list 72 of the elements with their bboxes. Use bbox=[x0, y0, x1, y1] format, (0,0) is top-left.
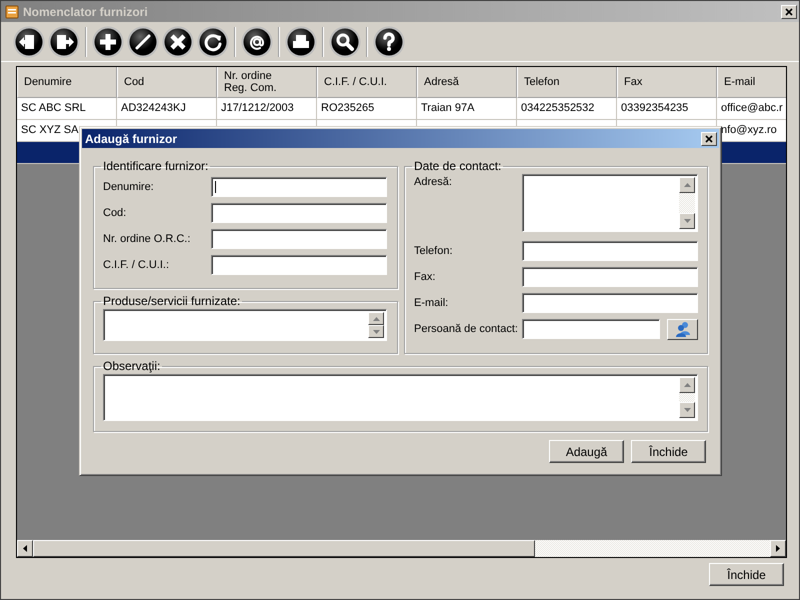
field-label: Persoană de contact: bbox=[414, 322, 519, 337]
up-arrow-icon bbox=[684, 183, 690, 187]
delete-button[interactable] bbox=[162, 26, 194, 58]
at-sign-icon bbox=[241, 26, 273, 58]
add-button[interactable] bbox=[92, 26, 124, 58]
field-label: Telefon: bbox=[414, 244, 454, 259]
scroll-up-button[interactable] bbox=[679, 377, 695, 393]
close-icon bbox=[705, 134, 713, 142]
close-icon bbox=[785, 8, 793, 16]
people-icon bbox=[674, 321, 692, 337]
input-field[interactable] bbox=[522, 319, 660, 339]
field-label: Denumire: bbox=[103, 180, 155, 195]
enter-button[interactable] bbox=[48, 26, 80, 58]
group-label: Date de contact: bbox=[413, 160, 502, 172]
scroll-right-button[interactable] bbox=[770, 540, 786, 557]
down-arrow-icon bbox=[684, 219, 690, 223]
scroll-left-button[interactable] bbox=[17, 540, 33, 557]
close-button[interactable]: Închide bbox=[709, 563, 784, 586]
group-label: Observaţii: bbox=[102, 360, 162, 372]
text-area[interactable] bbox=[522, 174, 698, 232]
scroll-up-button[interactable] bbox=[368, 312, 384, 325]
left-arrow-icon bbox=[23, 545, 27, 552]
search-button[interactable] bbox=[329, 26, 361, 58]
refresh-icon bbox=[197, 26, 229, 58]
search-icon bbox=[329, 26, 361, 58]
edit-button[interactable] bbox=[127, 26, 159, 58]
input-field[interactable] bbox=[522, 293, 698, 313]
door-arrow-left-icon bbox=[13, 26, 45, 58]
input-field[interactable] bbox=[522, 241, 698, 261]
down-arrow-icon bbox=[684, 408, 690, 412]
right-arrow-icon bbox=[776, 545, 780, 552]
window-title: Nomenclator furnizori bbox=[23, 4, 149, 20]
dialog-button[interactable]: Adaugă bbox=[549, 440, 624, 463]
field-label: Fax: bbox=[414, 270, 436, 285]
input-field[interactable] bbox=[211, 177, 387, 197]
printer-icon bbox=[285, 26, 317, 58]
input-field[interactable] bbox=[211, 255, 387, 275]
scroll-down-button[interactable] bbox=[679, 213, 695, 229]
field-label: E-mail: bbox=[414, 296, 450, 311]
close-button[interactable] bbox=[781, 4, 797, 18]
dialog-button[interactable]: Închide bbox=[631, 440, 706, 463]
help-button[interactable] bbox=[373, 26, 405, 58]
scroll-up-button[interactable] bbox=[679, 177, 695, 193]
field-label: Cod: bbox=[103, 206, 128, 221]
input-field[interactable] bbox=[522, 267, 698, 287]
field-label: C.I.F. / C.U.I.: bbox=[103, 258, 170, 273]
print-button[interactable] bbox=[285, 26, 317, 58]
text-area[interactable] bbox=[103, 309, 387, 341]
scroll-thumb[interactable] bbox=[33, 540, 535, 557]
input-field[interactable] bbox=[211, 229, 387, 249]
refresh-button[interactable] bbox=[197, 26, 229, 58]
pencil-icon bbox=[127, 26, 159, 58]
contact-lookup-button[interactable] bbox=[667, 318, 698, 340]
exit-button[interactable] bbox=[13, 26, 45, 58]
email-button[interactable] bbox=[241, 26, 273, 58]
scroll-down-button[interactable] bbox=[679, 402, 695, 418]
group-label: Produse/servicii furnizate: bbox=[102, 295, 242, 307]
app-icon bbox=[5, 4, 19, 18]
group-label: Identificare furnizor: bbox=[102, 160, 210, 172]
help-icon bbox=[373, 26, 405, 58]
scroll-down-button[interactable] bbox=[368, 325, 384, 338]
door-arrow-right-icon bbox=[48, 26, 80, 58]
cross-icon bbox=[162, 26, 194, 58]
close-button[interactable] bbox=[701, 132, 717, 146]
field-label: Adresă: bbox=[414, 175, 453, 190]
input-field[interactable] bbox=[211, 203, 387, 223]
down-arrow-icon bbox=[372, 330, 380, 334]
plus-icon bbox=[92, 26, 124, 58]
up-arrow-icon bbox=[372, 316, 380, 320]
text-area[interactable] bbox=[103, 374, 698, 421]
field-label: Nr. ordine O.R.C.: bbox=[103, 232, 192, 247]
up-arrow-icon bbox=[684, 383, 690, 387]
